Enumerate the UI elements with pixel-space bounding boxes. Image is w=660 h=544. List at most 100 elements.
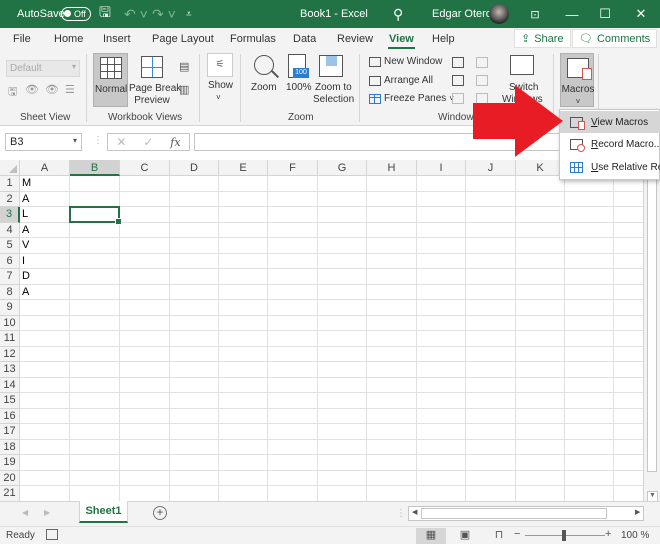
cell-C16[interactable] (120, 408, 170, 424)
cell-L20[interactable] (565, 470, 614, 486)
cell-A13[interactable] (20, 362, 70, 378)
cell-D5[interactable] (170, 238, 219, 254)
column-header-i[interactable]: I (417, 160, 466, 176)
cell-D14[interactable] (170, 377, 219, 393)
tab-review[interactable]: Review (337, 33, 373, 45)
cell-I4[interactable] (417, 222, 466, 238)
column-header-g[interactable]: G (318, 160, 367, 176)
cell-I1[interactable] (417, 176, 466, 192)
cell-I3[interactable] (417, 207, 466, 223)
zoom-out-button[interactable]: − (514, 528, 520, 540)
cell-G9[interactable] (318, 300, 367, 316)
cell-B5[interactable] (70, 238, 120, 254)
cell-M17[interactable] (614, 424, 643, 440)
row-header-3[interactable]: 3 (0, 207, 20, 223)
hide-icon[interactable] (452, 75, 464, 86)
cell-C8[interactable] (120, 284, 170, 300)
column-header-e[interactable]: E (219, 160, 268, 176)
scroll-left-icon[interactable]: ◀ (412, 508, 417, 516)
autosave-toggle[interactable]: Off (61, 7, 91, 21)
column-header-a[interactable]: A (20, 160, 70, 176)
name-box[interactable]: B3 ▾ (5, 133, 82, 151)
cell-L5[interactable] (565, 238, 614, 254)
cell-C15[interactable] (120, 393, 170, 409)
cell-L17[interactable] (565, 424, 614, 440)
cell-M12[interactable] (614, 347, 643, 362)
cell-C18[interactable] (120, 439, 170, 455)
cell-G7[interactable] (318, 269, 367, 285)
cell-D2[interactable] (170, 191, 219, 207)
cell-F1[interactable] (268, 176, 318, 192)
cell-E19[interactable] (219, 455, 268, 471)
cell-L8[interactable] (565, 284, 614, 300)
scroll-tabs-left-icon[interactable]: ◀ (22, 508, 28, 517)
cell-H9[interactable] (367, 300, 417, 316)
cell-M6[interactable] (614, 254, 643, 269)
tab-formulas[interactable]: Formulas (230, 33, 276, 45)
cell-B14[interactable] (70, 377, 120, 393)
arrange-all-button[interactable]: Arrange All (369, 75, 433, 86)
cell-B1[interactable] (70, 176, 120, 192)
cell-B4[interactable] (70, 222, 120, 238)
cell-C21[interactable] (120, 486, 170, 501)
cell-G10[interactable] (318, 315, 367, 331)
cell-M10[interactable] (614, 316, 643, 331)
cell-J20[interactable] (466, 470, 516, 486)
cell-L9[interactable] (565, 300, 614, 316)
row-header-9[interactable]: 9 (0, 300, 20, 316)
enter-icon[interactable]: ✓ (143, 135, 153, 149)
cell-J8[interactable] (466, 284, 516, 300)
cell-M2[interactable] (614, 192, 643, 207)
cell-I11[interactable] (417, 331, 466, 347)
cell-A16[interactable] (20, 408, 70, 424)
cell-A12[interactable] (20, 346, 70, 362)
cell-I19[interactable] (417, 455, 466, 471)
cell-L3[interactable] (565, 207, 614, 223)
cell-K21[interactable] (516, 486, 565, 501)
cell-M15[interactable] (614, 393, 643, 409)
cell-H15[interactable] (367, 393, 417, 409)
cell-G4[interactable] (318, 222, 367, 238)
cell-D8[interactable] (170, 284, 219, 300)
cell-J6[interactable] (466, 253, 516, 269)
vertical-scroll-thumb[interactable] (647, 162, 657, 472)
undo-icon[interactable]: ↶ ˅ (124, 0, 148, 28)
cell-J17[interactable] (466, 424, 516, 440)
keep-view-icon[interactable]: 🖫 (8, 83, 17, 102)
cell-J7[interactable] (466, 269, 516, 285)
zoom-100-button[interactable]: 100% (286, 82, 312, 94)
cell-F9[interactable] (268, 300, 318, 316)
cell-I16[interactable] (417, 408, 466, 424)
cell-M11[interactable] (614, 331, 643, 347)
options-list-icon[interactable]: ☰ (65, 83, 75, 96)
cell-K13[interactable] (516, 362, 565, 378)
cell-E20[interactable] (219, 470, 268, 486)
cell-K20[interactable] (516, 470, 565, 486)
cell-B11[interactable] (70, 331, 120, 347)
row-header-17[interactable]: 17 (0, 424, 20, 440)
cell-E13[interactable] (219, 362, 268, 378)
row-header-8[interactable]: 8 (0, 284, 20, 300)
cell-D11[interactable] (170, 331, 219, 347)
normal-view-button[interactable]: Normal (93, 53, 128, 107)
cell-K10[interactable] (516, 315, 565, 331)
cell-K15[interactable] (516, 393, 565, 409)
maximize-icon[interactable]: ☐ (595, 0, 615, 28)
cell-K19[interactable] (516, 455, 565, 471)
unhide-icon[interactable] (452, 93, 464, 104)
cell-B2[interactable] (70, 191, 120, 207)
cell-F7[interactable] (268, 269, 318, 285)
cell-H12[interactable] (367, 346, 417, 362)
cell-I13[interactable] (417, 362, 466, 378)
cell-E10[interactable] (219, 315, 268, 331)
cell-B9[interactable] (70, 300, 120, 316)
horizontal-scrollbar[interactable]: ◀ ▶ (408, 506, 644, 521)
row-header-1[interactable]: 1 (0, 176, 20, 192)
cell-I9[interactable] (417, 300, 466, 316)
cell-H17[interactable] (367, 424, 417, 440)
zoom-slider-thumb[interactable] (562, 530, 566, 541)
cell-E17[interactable] (219, 424, 268, 440)
cell-E21[interactable] (219, 486, 268, 501)
cell-A1[interactable]: M (20, 176, 70, 192)
cell-M20[interactable] (614, 471, 643, 486)
